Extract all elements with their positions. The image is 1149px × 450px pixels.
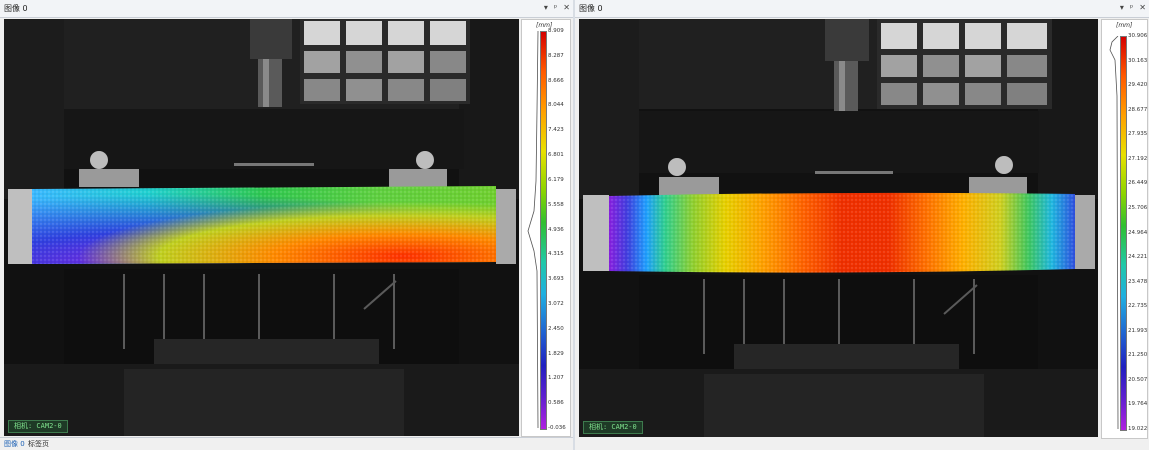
tab-image-0[interactable]: 图像 0 xyxy=(4,439,25,449)
legend-colorbar xyxy=(1120,36,1127,431)
image-window-right: 图像 0 ▾ ᵖ ✕ 相机: CAM2-0 [mm] 30.906 30.163… xyxy=(575,0,1149,450)
legend-tick: 8.044 xyxy=(548,102,564,109)
color-legend: [mm] 30.906 30.163 29.420 28.677 27.935 … xyxy=(1101,19,1148,439)
legend-tick: -0.036 xyxy=(548,425,566,431)
legend-tick: 3.072 xyxy=(548,300,564,307)
window-title: 图像 0 xyxy=(579,4,603,13)
legend-tick: 26.449 xyxy=(1128,180,1148,187)
camera-label: 相机: CAM2-0 xyxy=(8,420,68,433)
pin-dropdown-icon[interactable]: ▾ xyxy=(1120,2,1124,14)
legend-tick: 6.179 xyxy=(548,176,564,183)
legend-tick: 25.706 xyxy=(1128,204,1148,211)
window-titlebar[interactable]: 图像 0 ▾ ᵖ ✕ xyxy=(575,0,1149,18)
legend-tick: 22.735 xyxy=(1128,303,1148,310)
legend-tick: 8.666 xyxy=(548,77,564,84)
legend-tick: 4.936 xyxy=(548,226,564,233)
legend-tick: 23.478 xyxy=(1128,278,1148,285)
legend-tick: 21.993 xyxy=(1128,327,1148,334)
legend-tick: 5.558 xyxy=(548,201,564,208)
camera-image xyxy=(4,19,519,436)
legend-tick: 29.420 xyxy=(1128,82,1148,89)
legend-tick: 7.423 xyxy=(548,127,564,134)
close-icon[interactable]: ✕ xyxy=(1139,2,1146,14)
legend-tick: 19.764 xyxy=(1128,401,1148,408)
legend-tick: 27.935 xyxy=(1128,131,1148,138)
image-viewport[interactable]: 相机: CAM2-0 xyxy=(4,19,519,436)
color-legend: [mm] 8.909 8.287 8.666 8.044 7.423 6.801… xyxy=(521,19,571,437)
image-viewport[interactable]: 相机: CAM2-0 xyxy=(579,19,1098,437)
float-icon[interactable]: ᵖ xyxy=(1130,2,1133,14)
pin-dropdown-icon[interactable]: ▾ xyxy=(544,2,548,14)
legend-tick: 21.250 xyxy=(1128,352,1148,359)
camera-image xyxy=(579,19,1098,437)
legend-tick: 2.450 xyxy=(548,325,564,332)
legend-tick: 24.964 xyxy=(1128,229,1148,236)
legend-tick: 30.163 xyxy=(1128,57,1148,64)
legend-tick: 19.022 xyxy=(1128,426,1148,432)
legend-tick: 20.507 xyxy=(1128,376,1148,383)
window-controls: ▾ ᵖ ✕ xyxy=(1120,2,1146,14)
camera-label: 相机: CAM2-0 xyxy=(583,421,643,434)
displacement-field xyxy=(609,192,1075,273)
legend-histogram xyxy=(527,31,539,428)
legend-tick: 1.829 xyxy=(548,350,564,357)
displacement-field xyxy=(32,186,496,264)
legend-tick: 0.586 xyxy=(548,400,564,407)
legend-tick: 1.207 xyxy=(548,375,564,382)
legend-tick: 6.801 xyxy=(548,152,564,159)
legend-tick: 4.315 xyxy=(548,251,564,258)
legend-tick: 8.287 xyxy=(548,52,564,59)
close-icon[interactable]: ✕ xyxy=(563,2,570,14)
legend-tick: 27.192 xyxy=(1128,155,1148,162)
legend-tick: 8.909 xyxy=(548,28,564,34)
legend-histogram xyxy=(1109,36,1119,429)
window-title: 图像 0 xyxy=(4,4,28,13)
window-titlebar[interactable]: 图像 0 ▾ ᵖ ✕ xyxy=(0,0,573,18)
legend-tick: 3.693 xyxy=(548,276,564,283)
legend-tick: 24.221 xyxy=(1128,254,1148,261)
bottom-tab-bar: 图像 0 标签页 xyxy=(0,437,573,450)
legend-colorbar xyxy=(540,31,547,430)
legend-tick: 28.677 xyxy=(1128,106,1148,113)
float-icon[interactable]: ᵖ xyxy=(554,2,557,14)
image-window-left: 图像 0 ▾ ᵖ ✕ 相机: CAM2-0 [mm] 8.909 8.287 8… xyxy=(0,0,573,450)
legend-tick: 30.906 xyxy=(1128,33,1148,39)
legend-unit: [mm] xyxy=(1116,22,1133,29)
window-controls: ▾ ᵖ ✕ xyxy=(544,2,570,14)
tab-labels[interactable]: 标签页 xyxy=(28,439,49,449)
